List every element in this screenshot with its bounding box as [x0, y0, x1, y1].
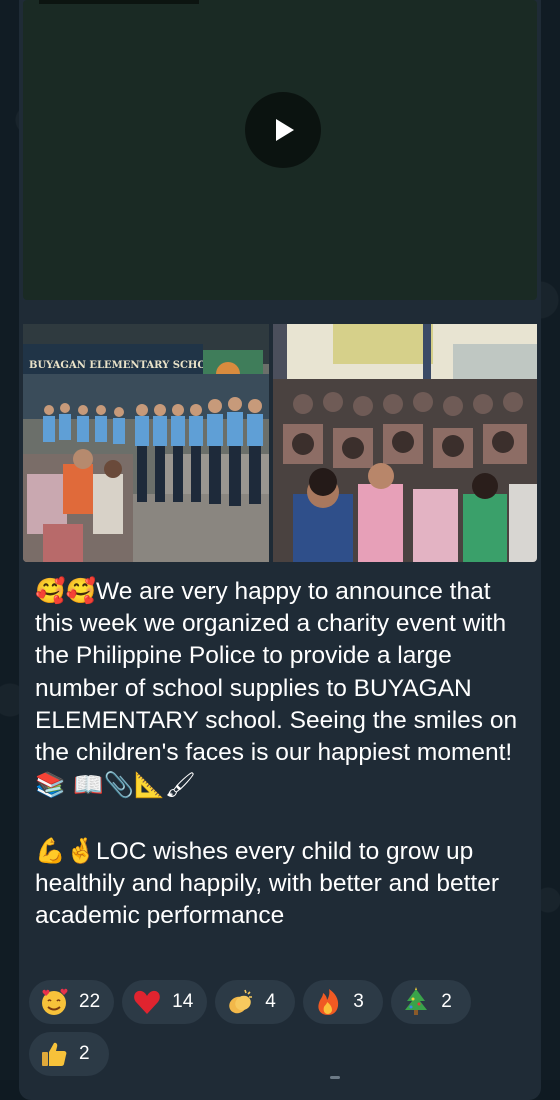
play-button[interactable] [245, 92, 321, 168]
smiling-hearts-emoji: 🥰🥰 [35, 576, 96, 605]
smiling-face-with-hearts-icon [39, 987, 69, 1017]
fire-icon [313, 987, 343, 1017]
muscle-fingers-emoji: 💪🤞 [35, 836, 96, 865]
reaction-smiling-hearts[interactable]: 22 [29, 980, 114, 1024]
play-icon [268, 115, 298, 145]
photo-children-image [273, 324, 537, 562]
reaction-count: 14 [172, 991, 193, 1013]
reaction-tree[interactable]: 2 [391, 980, 471, 1024]
school-sign-text: BUYAGAN ELEMENTARY SCHOOL [29, 360, 222, 371]
reaction-count: 22 [79, 991, 100, 1013]
video-top-edge [39, 0, 199, 4]
post-paragraph-1: We are very happy to announce that this … [35, 578, 524, 766]
channel-post[interactable]: BUYAGAN ELEMENTARY SCHOOL [19, 0, 541, 1100]
video-preview[interactable] [23, 0, 537, 300]
reaction-clap[interactable]: 4 [215, 980, 295, 1024]
photo-children-seated[interactable] [273, 324, 537, 562]
reaction-count: 4 [265, 991, 276, 1013]
reaction-count: 3 [353, 991, 364, 1013]
christmas-tree-icon [401, 987, 431, 1017]
reaction-fire[interactable]: 3 [303, 980, 383, 1024]
clapping-hands-icon [225, 987, 255, 1017]
reaction-bar: 22 14 4 3 [29, 980, 539, 1076]
red-heart-icon [132, 987, 162, 1017]
reaction-count: 2 [79, 1043, 90, 1065]
reaction-thumbs-up[interactable]: 2 [29, 1032, 109, 1076]
photo-police-at-school[interactable]: BUYAGAN ELEMENTARY SCHOOL [23, 324, 269, 562]
scroll-indicator [330, 1076, 340, 1079]
school-supplies-emoji: 📚 📖📎📐🖌 [35, 770, 196, 799]
reaction-heart[interactable]: 14 [122, 980, 207, 1024]
photo-album: BUYAGAN ELEMENTARY SCHOOL [23, 304, 537, 544]
reaction-count: 2 [441, 991, 452, 1013]
post-paragraph-2: LOC wishes every child to grow up health… [35, 838, 506, 929]
post-caption: 🥰🥰We are very happy to announce that thi… [35, 575, 530, 932]
photo-police-image: BUYAGAN ELEMENTARY SCHOOL [23, 324, 269, 562]
thumbs-up-icon [39, 1039, 69, 1069]
